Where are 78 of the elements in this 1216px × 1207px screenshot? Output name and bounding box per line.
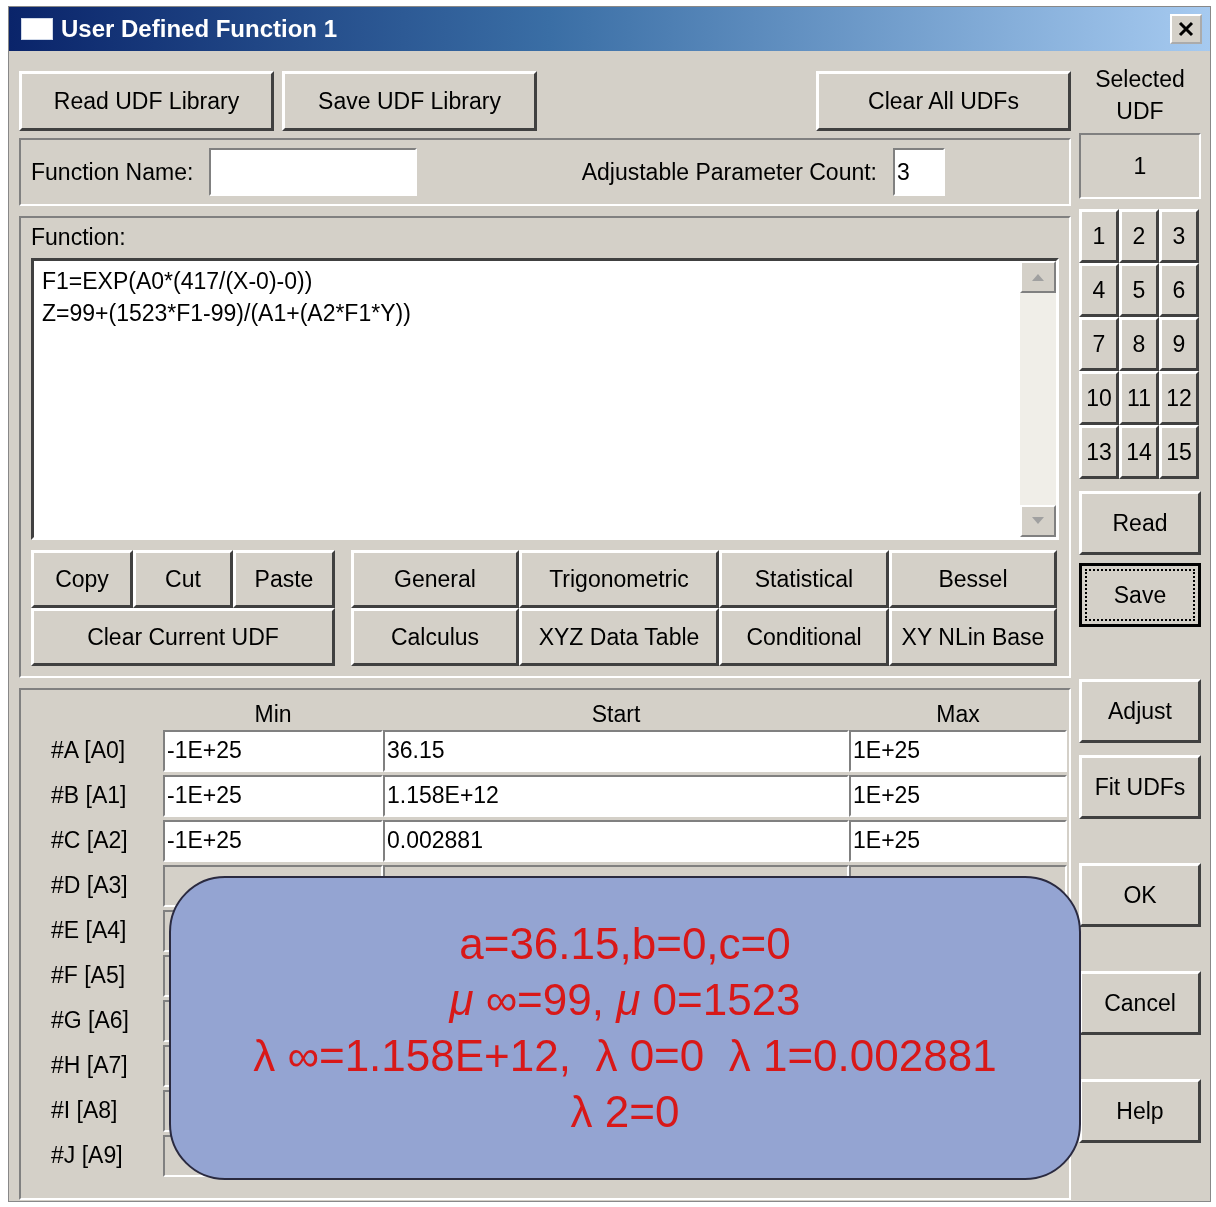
udf-action-button[interactable]: Save bbox=[1079, 563, 1201, 627]
callout-text: μ ∞=99, μ 0=1523 bbox=[449, 974, 801, 1026]
callout-text: λ 2=0 bbox=[570, 1086, 680, 1138]
code-line: F1=EXP(A0*(417/(X-0)-0)) bbox=[42, 267, 314, 296]
parameter-field[interactable]: 1.158E+12 bbox=[383, 774, 849, 817]
column-header: Start bbox=[590, 701, 642, 728]
parameter-field[interactable]: -1E+25 bbox=[163, 819, 383, 862]
category-button[interactable]: Statistical bbox=[719, 550, 889, 608]
code-line: Z=99+(1523*F1-99)/(A1+(A2*F1*Y)) bbox=[42, 299, 412, 328]
udf-number-button[interactable]: 10 bbox=[1079, 371, 1119, 425]
category-button[interactable]: Conditional bbox=[719, 608, 889, 666]
category-button[interactable]: General bbox=[351, 550, 519, 608]
function-label: Function: bbox=[31, 224, 127, 252]
close-icon bbox=[1177, 20, 1195, 38]
function-editor[interactable]: F1=EXP(A0*(417/(X-0)-0)) Z=99+(1523*F1-99)/(A1+(A2*F1*Y)) bbox=[31, 258, 1059, 540]
category-button[interactable]: XY NLin Base bbox=[889, 608, 1057, 666]
parameter-label: #I [A8] bbox=[50, 1097, 119, 1124]
parameter-field[interactable]: 0.002881 bbox=[383, 819, 849, 862]
selected-udf-value: 1 bbox=[1079, 133, 1201, 199]
window-icon bbox=[21, 18, 53, 40]
parameter-count-field[interactable]: 3 bbox=[893, 148, 945, 196]
parameter-label: #G [A6] bbox=[50, 1007, 130, 1034]
column-header: Min bbox=[253, 701, 293, 728]
callout-text: a=36.15,b=0,c=0 bbox=[459, 918, 791, 970]
udf-number-button[interactable]: 14 bbox=[1119, 425, 1159, 479]
edit-button[interactable]: Paste bbox=[233, 550, 335, 608]
window-title: User Defined Function 1 bbox=[61, 15, 339, 43]
category-button[interactable]: Bessel bbox=[889, 550, 1057, 608]
parameter-field[interactable]: -1E+25 bbox=[163, 774, 383, 817]
toolbar-button[interactable]: Clear All UDFs bbox=[816, 71, 1071, 131]
parameter-label: #F [A5] bbox=[50, 962, 127, 989]
fit-button[interactable]: Fit UDFs bbox=[1079, 755, 1201, 819]
function-name-field[interactable] bbox=[209, 148, 418, 196]
dialog-button[interactable]: Help bbox=[1079, 1079, 1201, 1143]
parameter-label: #H [A7] bbox=[50, 1052, 129, 1079]
udf-number-button[interactable]: 12 bbox=[1159, 371, 1199, 425]
udf-number-button[interactable]: 13 bbox=[1079, 425, 1119, 479]
dialog-button[interactable]: Cancel bbox=[1079, 971, 1201, 1035]
parameter-field[interactable]: 1E+25 bbox=[849, 774, 1067, 817]
udf-number-button[interactable]: 2 bbox=[1119, 209, 1159, 263]
parameter-field[interactable]: 1E+25 bbox=[849, 729, 1067, 772]
parameter-label: #C [A2] bbox=[50, 827, 129, 854]
udf-number-button[interactable]: 1 bbox=[1079, 209, 1119, 263]
udf-number-button[interactable]: 9 bbox=[1159, 317, 1199, 371]
parameter-label: #A [A0] bbox=[50, 737, 127, 764]
callout-text: λ ∞=1.158E+12, λ 0=0 λ 1=0.002881 bbox=[253, 1030, 997, 1082]
field-label: Function Name: bbox=[31, 158, 194, 186]
udf-number-button[interactable]: 3 bbox=[1159, 209, 1199, 263]
udf-number-button[interactable]: 5 bbox=[1119, 263, 1159, 317]
edit-button[interactable]: Copy bbox=[31, 550, 133, 608]
category-button[interactable]: XYZ Data Table bbox=[519, 608, 719, 666]
dialog-button[interactable]: OK bbox=[1079, 863, 1201, 927]
udf-action-button[interactable]: Read bbox=[1079, 491, 1201, 555]
parameter-label: #D [A3] bbox=[50, 872, 129, 899]
clear-current-button[interactable]: Clear Current UDF bbox=[31, 608, 335, 666]
udf-number-button[interactable]: 15 bbox=[1159, 425, 1199, 479]
udf-number-button[interactable]: 6 bbox=[1159, 263, 1199, 317]
parameter-label: #E [A4] bbox=[50, 917, 128, 944]
toolbar-button[interactable]: Save UDF Library bbox=[282, 71, 537, 131]
field-label: Adjustable Parameter Count: bbox=[581, 158, 877, 186]
parameter-field[interactable]: 36.15 bbox=[383, 729, 849, 772]
udf-number-button[interactable]: 8 bbox=[1119, 317, 1159, 371]
edit-button[interactable]: Cut bbox=[133, 550, 233, 608]
parameter-label: #J [A9] bbox=[50, 1142, 124, 1169]
udf-number-button[interactable]: 7 bbox=[1079, 317, 1119, 371]
category-button[interactable]: Trigonometric bbox=[519, 550, 719, 608]
udf-number-button[interactable]: 4 bbox=[1079, 263, 1119, 317]
udf-number-button[interactable]: 11 bbox=[1119, 371, 1159, 425]
close-button[interactable] bbox=[1170, 14, 1202, 44]
selected-udf-label: Selected UDF bbox=[1094, 65, 1186, 126]
parameter-field[interactable]: 1E+25 bbox=[849, 819, 1067, 862]
category-button[interactable]: Calculus bbox=[351, 608, 519, 666]
fit-button[interactable]: Adjust bbox=[1079, 679, 1201, 743]
parameter-field[interactable]: -1E+25 bbox=[163, 729, 383, 772]
parameter-label: #B [A1] bbox=[50, 782, 128, 809]
column-header: Max bbox=[935, 701, 981, 728]
toolbar-button[interactable]: Read UDF Library bbox=[19, 71, 274, 131]
scrollbar[interactable] bbox=[1020, 261, 1056, 537]
